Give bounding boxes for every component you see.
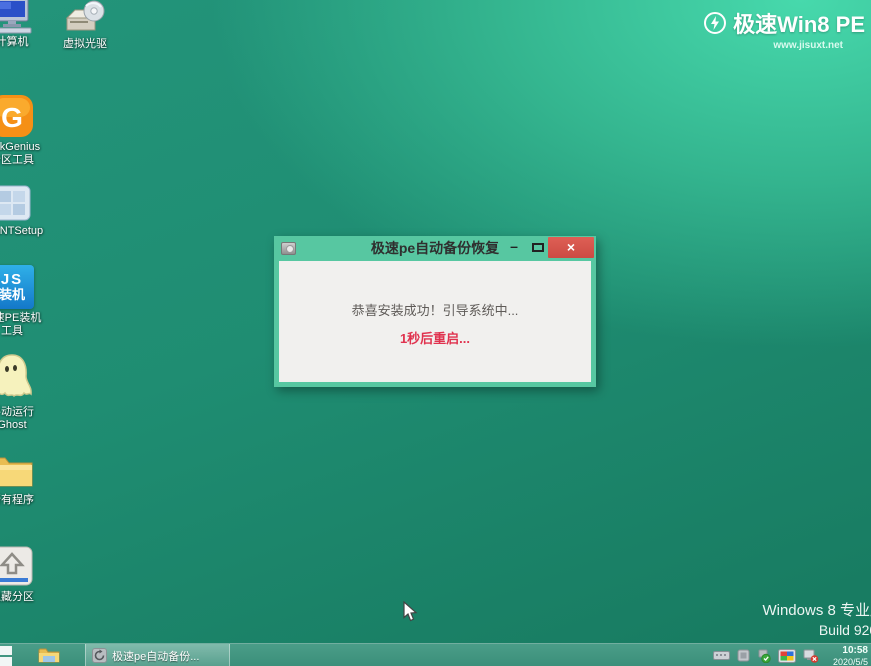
minimize-button[interactable]: – (504, 236, 524, 259)
desktop: 计算机 虚拟光驱 G DiskGenius 分区工具 WinNTSetu (0, 0, 871, 666)
desktop-icon-label: 极速PE装机 (0, 312, 50, 325)
desktop-icon-label: 虚拟光驱 (47, 38, 123, 51)
keyboard-icon[interactable] (713, 650, 730, 661)
pe-installer-icon-text: JS (1, 272, 23, 287)
taskbar-folder-icon[interactable] (38, 647, 60, 664)
network-disconnected-icon[interactable] (803, 649, 819, 663)
taskbar-item-label: 极速pe自动备份... (112, 648, 199, 664)
tray-clock[interactable]: 10:58 2020/5/5 (833, 645, 868, 666)
desktop-icon-hidden-partition[interactable]: 隐藏分区 (0, 545, 50, 604)
desktop-icon-computer[interactable]: 计算机 (0, 0, 50, 49)
desktop-icon-winntsetup[interactable]: WinNTSetup (0, 183, 50, 238)
brand-logo: 极速Win8 PE www.jisuxt.net (703, 7, 865, 51)
watermark-edition: Windows 8 专业版 (762, 599, 871, 620)
cd-drive-icon (61, 0, 109, 36)
dialog-body: 恭喜安装成功！引导系统中... 1秒后重启... (279, 261, 591, 382)
computer-icon (0, 0, 33, 34)
desktop-icon-label: WinNTSetup (0, 225, 50, 238)
dialog-countdown: 1秒后重启... (279, 328, 591, 347)
winntsetup-icon (0, 183, 33, 223)
clock-time: 10:58 (833, 645, 868, 656)
desktop-icon-virtual-cd[interactable]: 虚拟光驱 (47, 0, 123, 51)
dialog-titlebar[interactable]: 极速pe自动备份恢复 – × (274, 236, 596, 261)
hidden-partition-icon (0, 545, 35, 589)
watermark-build: Build 9200 (762, 622, 871, 638)
desktop-icon-programs[interactable]: 所有程序 (0, 452, 50, 507)
backup-restore-dialog: 极速pe自动备份恢复 – × 恭喜安装成功！引导系统中... 1秒后重启... (274, 236, 596, 387)
diskgenius-icon: G (0, 93, 35, 139)
desktop-icon-label: 分区工具 (0, 154, 50, 167)
windows-logo-icon (0, 646, 12, 655)
desktop-icon-label: 工具 (0, 325, 50, 338)
brand-site: www.jisuxt.net (703, 40, 843, 51)
folder-icon (0, 452, 35, 492)
desktop-icon-label: 隐藏分区 (0, 591, 50, 604)
ghost-icon (0, 352, 36, 404)
desktop-icon-label: 计算机 (0, 36, 50, 49)
windows-logo-icon (0, 657, 12, 666)
pe-installer-icon: JS 装机 (0, 265, 34, 309)
brand-name: 极速Win8 PE (733, 7, 865, 39)
dialog-message: 恭喜安装成功！引导系统中... (279, 300, 591, 319)
close-button[interactable]: × (548, 237, 594, 258)
desktop-icon-ghost[interactable]: 手动运行 Ghost (0, 352, 50, 432)
tray-device-icon[interactable] (737, 649, 750, 662)
taskbar: 极速pe自动备份... (0, 643, 871, 666)
system-tray (713, 644, 819, 666)
sync-arrows-icon (92, 648, 107, 663)
desktop-icon-pe-installer[interactable]: JS 装机 极速PE装机 工具 (0, 265, 50, 338)
maximize-button[interactable] (532, 243, 544, 252)
desktop-icon-diskgenius[interactable]: G DiskGenius 分区工具 (0, 93, 50, 167)
desktop-icon-label: Ghost (0, 419, 50, 432)
desktop-icon-label: DiskGenius (0, 141, 50, 154)
desktop-icon-label: 所有程序 (0, 494, 50, 507)
svg-text:G: G (1, 102, 23, 133)
taskbar-item-backup-restore[interactable]: 极速pe自动备份... (85, 644, 230, 666)
mouse-cursor (403, 601, 418, 622)
pe-installer-icon-text: 装机 (0, 287, 25, 302)
clock-date: 2020/5/5 (833, 657, 868, 666)
windows-watermark: Windows 8 专业版 Build 9200 (762, 599, 871, 638)
desktop-icon-label: 手动运行 (0, 406, 50, 419)
display-color-icon[interactable] (778, 649, 796, 663)
safely-remove-hardware-icon[interactable] (757, 649, 771, 663)
lightning-bolt-icon (703, 11, 727, 35)
start-button[interactable] (0, 646, 12, 666)
